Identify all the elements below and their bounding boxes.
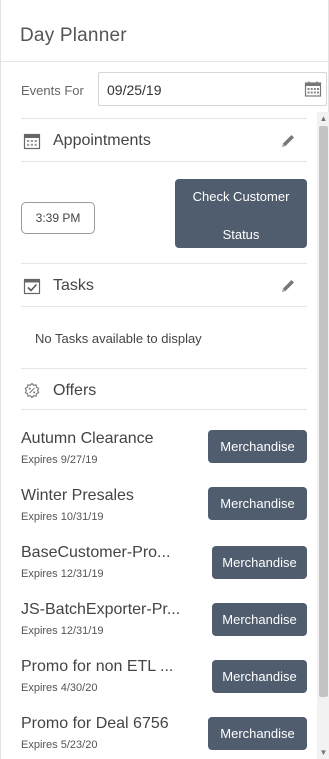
planner-content: Appointments 3:39 PM Check Customer Stat…: [21, 118, 315, 759]
offers-section-header: Offers: [21, 368, 307, 410]
offer-title: Promo for non ETL ...: [21, 658, 174, 675]
offer-expiry: Expires 4/30/20: [21, 682, 98, 694]
calendar-icon[interactable]: [304, 80, 322, 98]
offer-expiry: Expires 12/31/19: [21, 568, 104, 580]
merchandise-button[interactable]: Merchandise: [208, 487, 307, 520]
tasks-section-header: Tasks: [21, 263, 307, 307]
check-button-label-line2: Status: [222, 227, 260, 242]
events-for-label: Events For: [21, 83, 84, 98]
offer-item: BaseCustomer-Pro... Expires 12/31/19 Mer…: [21, 544, 311, 596]
events-for-row: Events For 09/25/19: [21, 72, 327, 108]
scrollbar-thumb[interactable]: [319, 126, 328, 697]
offer-item: Autumn Clearance Expires 9/27/19 Merchan…: [21, 430, 311, 482]
appointment-time[interactable]: 3:39 PM: [21, 202, 95, 234]
merchandise-button[interactable]: Merchandise: [208, 430, 307, 463]
merchandise-button[interactable]: Merchandise: [212, 660, 307, 693]
appointments-section-header: Appointments: [21, 118, 307, 162]
tasks-label: Tasks: [53, 277, 94, 294]
offer-badge-icon: [23, 382, 41, 400]
scroll-down-arrow-icon[interactable]: ▼: [317, 746, 329, 759]
check-customer-status-button[interactable]: Check Customer Status: [175, 179, 307, 248]
pencil-icon[interactable]: [279, 132, 297, 150]
offer-item: Promo for Deal 6756 Expires 5/23/20 Merc…: [21, 715, 311, 759]
date-value: 09/25/19: [107, 82, 162, 98]
scrollbar[interactable]: ▲ ▼: [317, 112, 329, 759]
offer-expiry: Expires 5/23/20: [21, 739, 98, 751]
day-planner-panel: Day Planner Events For 09/25/19 Appointm…: [0, 0, 329, 759]
offer-item: Promo for non ETL ... Expires 4/30/20 Me…: [21, 658, 311, 710]
scroll-up-arrow-icon[interactable]: ▲: [317, 112, 329, 125]
no-tasks-message: No Tasks available to display: [35, 331, 202, 346]
panel-header: Day Planner: [1, 0, 328, 62]
offer-item: JS-BatchExporter-Pr... Expires 12/31/19 …: [21, 601, 311, 653]
offer-title: Promo for Deal 6756: [21, 715, 169, 732]
offer-title: Winter Presales: [21, 487, 134, 504]
offers-label: Offers: [53, 382, 97, 399]
offer-expiry: Expires 9/27/19: [21, 454, 98, 466]
task-checkbox-icon: [23, 277, 41, 295]
offer-expiry: Expires 12/31/19: [21, 625, 104, 637]
merchandise-button[interactable]: Merchandise: [212, 546, 307, 579]
appointment-calendar-icon: [23, 132, 41, 150]
offer-title: BaseCustomer-Pro...: [21, 544, 171, 561]
offer-title: JS-BatchExporter-Pr...: [21, 601, 181, 618]
date-field[interactable]: 09/25/19: [98, 72, 327, 106]
offer-item: Winter Presales Expires 10/31/19 Merchan…: [21, 487, 311, 539]
check-button-label-line1: Check Customer: [192, 189, 290, 204]
page-title: Day Planner: [20, 25, 127, 46]
offer-title: Autumn Clearance: [21, 430, 154, 447]
pencil-icon[interactable]: [279, 277, 297, 295]
merchandise-button[interactable]: Merchandise: [212, 603, 307, 636]
appointments-label: Appointments: [53, 132, 151, 149]
merchandise-button[interactable]: Merchandise: [208, 717, 307, 750]
offer-expiry: Expires 10/31/19: [21, 511, 104, 523]
